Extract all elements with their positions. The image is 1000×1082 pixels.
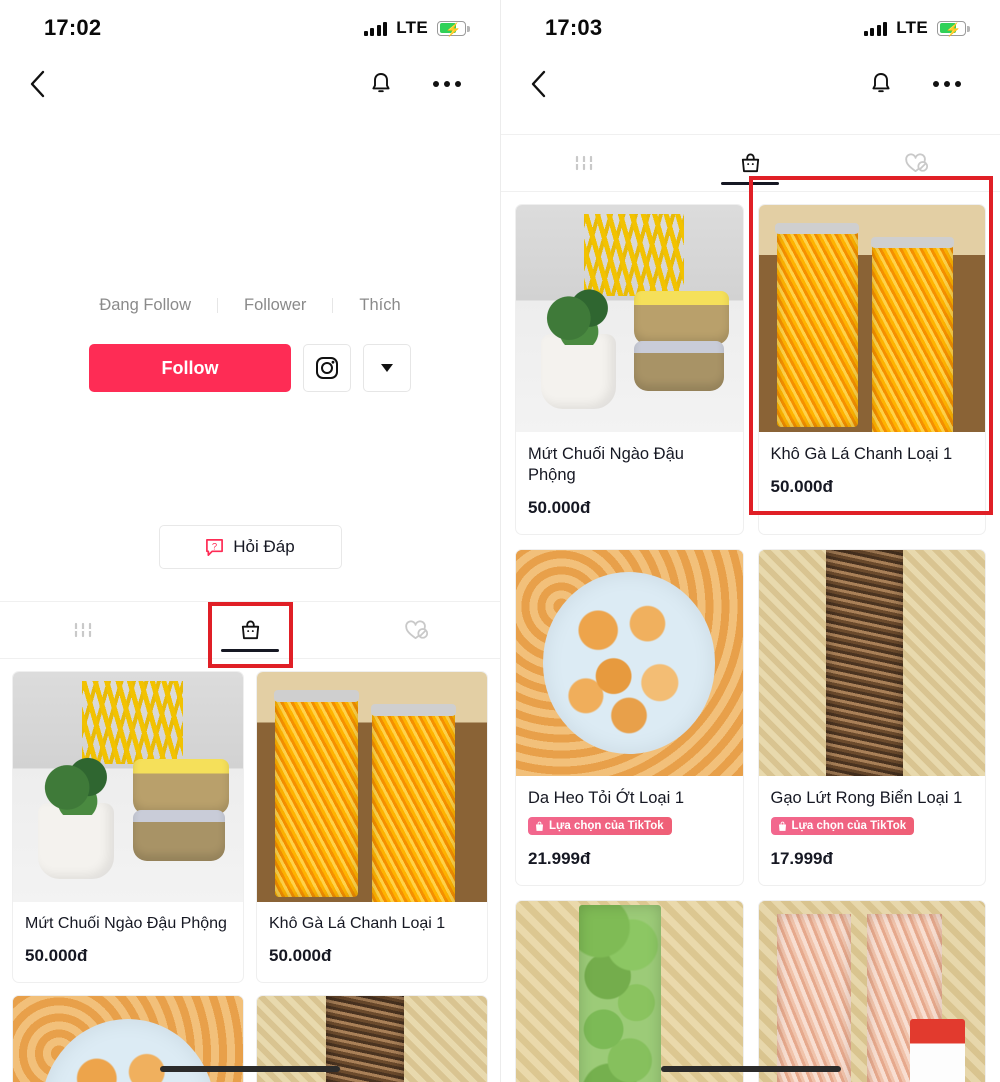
tiktok-choice-badge: Lựa chọn của TikTok — [528, 817, 672, 836]
battery-charging-icon: ⚡ — [437, 20, 470, 37]
product-card[interactable]: Gạo Lứt Rong Biển Loại 1 Lựa chọn của Ti… — [757, 548, 986, 886]
svg-text:?: ? — [212, 541, 217, 552]
product-card-highlighted[interactable]: Khô Gà Lá Chanh Loại 1 50.000đ — [757, 204, 986, 535]
profile-tab-bar — [501, 134, 1000, 192]
status-clock: 17:03 — [545, 15, 603, 40]
status-bar: 17:03 LTE ⚡ — [501, 0, 1000, 56]
network-type-label: LTE — [896, 18, 928, 37]
grid-icon — [575, 155, 593, 171]
back-button[interactable] — [18, 65, 56, 103]
bell-icon — [372, 73, 390, 93]
product-price: 50.000đ — [528, 497, 591, 517]
active-tab-underline — [221, 649, 279, 652]
shopping-bag-icon — [241, 620, 259, 639]
product-name: Mứt Chuối Ngào Đậu Phộng — [528, 444, 684, 484]
status-indicators: LTE ⚡ — [863, 18, 970, 38]
right-phone-screen: 17:03 LTE ⚡ Mứt Chuối Ngào Đậu Phộng 50.… — [500, 0, 1000, 1082]
product-card[interactable] — [515, 899, 744, 1082]
tiktok-bag-icon — [535, 821, 544, 831]
nav-bar — [501, 56, 1000, 112]
product-image — [516, 900, 743, 1082]
profile-header-area — [0, 112, 500, 282]
chevron-down-icon — [381, 364, 393, 372]
tab-liked[interactable] — [333, 602, 500, 658]
product-image — [758, 549, 985, 777]
status-indicators: LTE ⚡ — [363, 18, 470, 38]
left-phone-screen: 17:02 LTE ⚡ Đang Follow Follower Thích F… — [0, 0, 500, 1082]
instagram-button[interactable] — [303, 344, 351, 392]
product-name: Khô Gà Lá Chanh Loại 1 — [770, 444, 953, 463]
question-bubble-icon: ? — [206, 538, 224, 556]
more-options-button[interactable] — [928, 65, 966, 103]
product-image — [758, 900, 985, 1082]
product-image — [13, 672, 243, 902]
product-card[interactable] — [757, 899, 986, 1082]
tab-videos[interactable] — [501, 135, 667, 191]
tab-shop[interactable] — [167, 602, 334, 658]
status-bar: 17:02 LTE ⚡ — [0, 0, 500, 56]
product-image — [257, 672, 487, 902]
battery-charging-icon: ⚡ — [937, 20, 970, 37]
stat-followers[interactable]: Follower — [218, 296, 332, 315]
chevron-left-icon — [531, 70, 546, 98]
qa-button[interactable]: ? Hỏi Đáp — [158, 525, 342, 569]
profile-stats: Đang Follow Follower Thích — [0, 288, 500, 322]
status-clock: 17:02 — [44, 15, 102, 40]
instagram-icon — [316, 357, 338, 379]
back-button[interactable] — [519, 65, 557, 103]
product-image — [516, 549, 743, 777]
product-grid: Mứt Chuối Ngào Đậu Phộng 50.000đ Khô Gà … — [0, 659, 500, 1082]
product-grid: Mứt Chuối Ngào Đậu Phộng 50.000đ Khô Gà … — [501, 192, 1000, 1082]
more-actions-dropdown-button[interactable] — [363, 344, 411, 392]
heart-slash-icon — [405, 619, 429, 639]
tab-videos[interactable] — [0, 602, 167, 658]
product-name: Gạo Lứt Rong Biển Loại 1 — [770, 789, 963, 808]
tab-liked[interactable] — [834, 135, 1000, 191]
product-card[interactable]: Da Heo Tỏi Ớt Loại 1 Lựa chọn của TikTok… — [515, 548, 744, 886]
product-name: Khô Gà Lá Chanh Loại 1 — [269, 915, 446, 932]
home-indicator — [660, 1066, 841, 1072]
stat-following[interactable]: Đang Follow — [73, 296, 217, 315]
profile-actions: Follow — [0, 344, 500, 392]
tab-shop[interactable] — [667, 135, 833, 191]
product-image — [516, 205, 743, 432]
product-card[interactable]: Mứt Chuối Ngào Đậu Phộng 50.000đ — [12, 671, 244, 984]
badge-label: Lựa chọn của TikTok — [549, 820, 664, 833]
more-options-icon — [933, 81, 961, 87]
qa-row: ? Hỏi Đáp — [0, 525, 500, 569]
dual-screenshot-comparison: 17:02 LTE ⚡ Đang Follow Follower Thích F… — [0, 0, 1000, 1082]
product-price: 17.999đ — [770, 848, 833, 868]
notifications-button[interactable] — [362, 65, 400, 103]
more-options-icon — [433, 81, 461, 87]
product-image — [758, 205, 985, 432]
notifications-button[interactable] — [862, 65, 900, 103]
stat-likes[interactable]: Thích — [333, 296, 426, 315]
home-indicator — [160, 1066, 340, 1072]
qa-button-label: Hỏi Đáp — [233, 537, 295, 556]
chevron-left-icon — [30, 70, 45, 98]
more-options-button[interactable] — [428, 65, 466, 103]
profile-tab-bar — [0, 601, 500, 659]
signal-bars-icon — [363, 21, 388, 36]
shopping-bag-icon — [741, 153, 760, 172]
product-price: 50.000đ — [770, 476, 833, 496]
product-name: Mứt Chuối Ngào Đậu Phộng — [25, 915, 227, 932]
product-price: 50.000đ — [25, 946, 88, 966]
product-card[interactable]: Mứt Chuối Ngào Đậu Phộng 50.000đ — [515, 204, 744, 535]
network-type-label: LTE — [396, 18, 428, 37]
product-card[interactable]: Khô Gà Lá Chanh Loại 1 50.000đ — [256, 671, 488, 984]
active-tab-underline — [721, 182, 780, 185]
nav-bar — [0, 56, 500, 112]
tiktok-bag-icon — [778, 821, 786, 831]
badge-label: Lựa chọn của TikTok — [791, 820, 907, 833]
heart-slash-icon — [905, 152, 929, 172]
product-name: Da Heo Tỏi Ớt Loại 1 — [528, 789, 685, 808]
signal-bars-icon — [863, 21, 888, 36]
follow-button[interactable]: Follow — [89, 344, 291, 392]
tiktok-choice-badge: Lựa chọn của TikTok — [770, 817, 915, 836]
product-price: 21.999đ — [528, 848, 591, 868]
grid-icon — [75, 622, 92, 638]
product-price: 50.000đ — [269, 946, 332, 966]
bell-icon — [872, 73, 890, 93]
